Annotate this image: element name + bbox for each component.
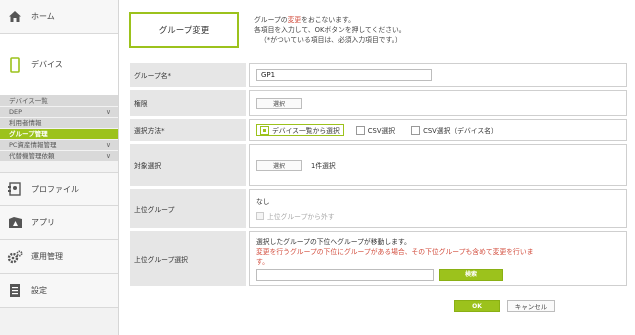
parent-select-warning-2: す。 xyxy=(256,257,269,266)
parent-search-row: 検索 xyxy=(256,268,503,281)
nav-profile[interactable]: プロファイル xyxy=(0,172,118,206)
tab-label: グループ変更 xyxy=(158,26,210,36)
radio-label: CSV選択 xyxy=(367,127,396,135)
target-label: 対象選択 xyxy=(130,144,246,186)
parent-remove-label: 上位グループから外す xyxy=(267,213,335,221)
nav-settings-label: 設定 xyxy=(31,286,47,295)
nav-operations[interactable]: 運用管理 xyxy=(0,240,118,274)
parent-search-input[interactable] xyxy=(256,268,434,281)
radio-button xyxy=(411,125,421,135)
sidebar-item-device-list[interactable]: デバイス一覧 xyxy=(0,96,118,107)
gear-icon xyxy=(7,249,23,265)
sidebar-item-dep[interactable]: DEP ∨ xyxy=(0,107,118,118)
parent-select-label: 上位グループ選択 xyxy=(130,231,246,286)
sidebar: ホーム デバイス デバイス一覧 DEP ∨ 利用者情報 グループ管理 PC資産情報… xyxy=(0,0,119,335)
parent-select-note: 選択したグループの下位へグループが移動します。 xyxy=(256,237,411,246)
intro-pre: グループの xyxy=(254,16,288,24)
intro-text: グループの変更をおこないます。 各項目を入力して、OKボタンを押してください。 … xyxy=(254,15,406,45)
radio-device-list[interactable]: デバイス一覧から選択 xyxy=(256,124,344,136)
intro-line-2: 各項目を入力して、OKボタンを押してください。 xyxy=(254,26,406,34)
radio-label: CSV選択（デバイス名） xyxy=(423,127,498,135)
group-name-cell: GP1 xyxy=(249,63,627,87)
radio-csv-device-name[interactable]: CSV選択（デバイス名） xyxy=(407,124,502,136)
radio-label: デバイス一覧から選択 xyxy=(272,127,340,135)
chevron-down-icon: ∨ xyxy=(105,108,111,116)
chevron-down-icon: ∨ xyxy=(105,141,111,149)
device-submenu: デバイス一覧 DEP ∨ 利用者情報 グループ管理 PC資産情報管理 ∨ 代替機管理… xyxy=(0,96,118,162)
intro-line-3: （*がついている項目は、必須入力項目です。） xyxy=(260,36,402,44)
target-select-button[interactable]: 選択 xyxy=(256,159,302,171)
nav-home[interactable]: ホーム xyxy=(0,0,118,34)
method-cell: デバイス一覧から選択 CSV選択 CSV選択（デバイス名） xyxy=(249,119,627,141)
nav-device[interactable]: デバイス xyxy=(0,34,118,96)
row-parent-select: 上位グループ選択 選択したグループの下位へグループが移動します。 変更を行うグル… xyxy=(130,231,627,286)
nav-home-label: ホーム xyxy=(31,12,55,21)
group-form: グループ名* GP1 権限 選択 選択方法* デバイス一覧から選択 CSV選択 … xyxy=(130,63,627,289)
permission-select-button[interactable]: 選択 xyxy=(256,97,302,109)
sidebar-item-label: DEP xyxy=(9,108,23,116)
nav-profile-label: プロファイル xyxy=(31,184,79,194)
nav-device-label: デバイス xyxy=(31,60,63,69)
parent-select-cell: 選択したグループの下位へグループが移動します。 変更を行うグループの下位にグルー… xyxy=(249,231,627,286)
row-group-name: グループ名* GP1 xyxy=(130,63,627,87)
target-count: 1件選択 xyxy=(311,162,336,170)
document-icon xyxy=(7,283,23,299)
app-icon xyxy=(7,215,23,231)
cancel-button[interactable]: キャンセル xyxy=(507,300,555,312)
radio-button xyxy=(355,125,365,135)
nav-operations-label: 運用管理 xyxy=(31,252,63,261)
home-icon xyxy=(7,9,23,25)
permission-cell: 選択 xyxy=(249,90,627,116)
sidebar-item-label: 利用者情報 xyxy=(9,119,42,127)
sidebar-item-pc-assets[interactable]: PC資産情報管理 ∨ xyxy=(0,140,118,151)
search-button[interactable]: 検索 xyxy=(439,268,503,281)
main-content: グループ変更 グループの変更をおこないます。 各項目を入力して、OKボタンを押し… xyxy=(127,0,635,335)
profile-icon xyxy=(7,181,23,197)
parent-select-warning-1: 変更を行うグループの下位にグループがある場合、その下位グループも含めて変更を行い… xyxy=(256,247,534,256)
radio-csv[interactable]: CSV選択 xyxy=(352,124,399,136)
row-method: 選択方法* デバイス一覧から選択 CSV選択 CSV選択（デバイス名） xyxy=(130,119,627,141)
sidebar-item-label: グループ管理 xyxy=(9,130,48,138)
smartphone-icon xyxy=(7,56,23,73)
checkbox xyxy=(256,212,264,220)
row-target: 対象選択 選択 1件選択 xyxy=(130,144,627,186)
nav-apps-label: アプリ xyxy=(31,218,55,227)
row-parent-group: 上位グループ なし 上位グループから外す xyxy=(130,189,627,228)
intro-post: をおこないます。 xyxy=(301,16,355,24)
intro-highlight: 変更 xyxy=(287,16,302,24)
sidebar-item-label: PC資産情報管理 xyxy=(9,141,57,149)
target-cell: 選択 1件選択 xyxy=(249,144,627,186)
sidebar-item-replacement[interactable]: 代替機管理依頼 ∨ xyxy=(0,151,118,162)
tab-group-change[interactable]: グループ変更 xyxy=(129,12,239,48)
parent-remove-checkbox[interactable]: 上位グループから外す xyxy=(256,211,335,221)
nav-settings[interactable]: 設定 xyxy=(0,274,118,308)
parent-group-label: 上位グループ xyxy=(130,189,246,228)
sidebar-item-group-management[interactable]: グループ管理 xyxy=(0,129,118,140)
row-permission: 権限 選択 xyxy=(130,90,627,116)
group-name-input[interactable]: GP1 xyxy=(256,69,432,81)
nav-apps[interactable]: アプリ xyxy=(0,206,118,240)
parent-group-cell: なし 上位グループから外す xyxy=(249,189,627,228)
permission-label: 権限 xyxy=(130,90,246,116)
chevron-down-icon: ∨ xyxy=(105,152,111,160)
sidebar-item-user-info[interactable]: 利用者情報 xyxy=(0,118,118,129)
sidebar-item-label: デバイス一覧 xyxy=(9,97,48,105)
parent-group-value: なし xyxy=(256,198,270,206)
sidebar-item-label: 代替機管理依頼 xyxy=(9,152,55,160)
ok-button[interactable]: OK xyxy=(454,300,500,312)
radio-button-checked xyxy=(260,125,269,135)
group-name-label: グループ名* xyxy=(130,63,246,87)
method-label: 選択方法* xyxy=(130,119,246,141)
